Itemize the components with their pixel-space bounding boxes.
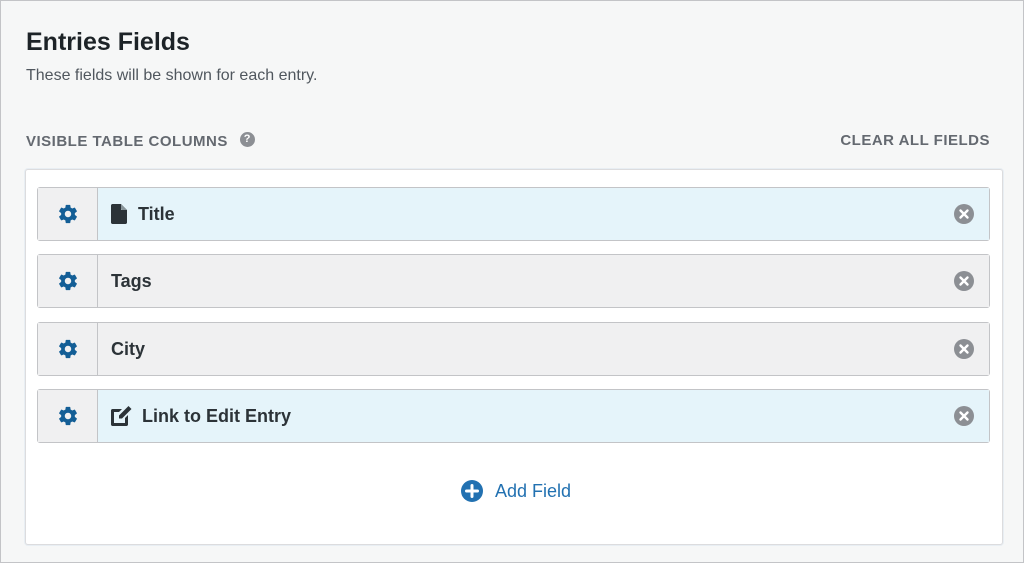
section-label: VISIBLE TABLE COLUMNS (26, 133, 228, 150)
window-frame: Entries Fields These fields will be show… (0, 0, 1024, 563)
field-row-link-to-edit-entry[interactable]: Link to Edit Entry (37, 389, 990, 443)
field-label: Tags (111, 270, 152, 291)
field-row-body: Tags (98, 255, 989, 307)
field-settings-button[interactable] (38, 323, 98, 375)
add-field-button[interactable]: Add Field (461, 480, 571, 502)
field-row-title[interactable]: Title (37, 187, 990, 241)
field-row-body: City (98, 323, 989, 375)
gear-icon (58, 339, 77, 359)
page-title: Entries Fields (26, 28, 190, 56)
remove-field-icon[interactable] (954, 406, 974, 426)
field-label: Title (138, 203, 175, 224)
help-icon[interactable]: ? (239, 132, 255, 147)
gear-icon (58, 271, 77, 291)
entries-fields-panel: Entries Fields These fields will be show… (2, 2, 1022, 561)
edit-icon (111, 406, 133, 426)
field-row-body: Title (98, 188, 989, 240)
remove-field-icon[interactable] (954, 204, 974, 224)
field-row-city[interactable]: City (37, 322, 990, 376)
add-field-label: Add Field (495, 480, 572, 501)
gear-icon (58, 204, 77, 224)
document-icon (111, 204, 127, 224)
field-label: City (111, 338, 146, 359)
field-label: Link to Edit Entry (142, 405, 292, 426)
fields-container: Title Tags City Link to Edit Entry Add F… (25, 169, 1003, 545)
field-settings-button[interactable] (38, 255, 98, 307)
field-settings-button[interactable] (38, 188, 98, 240)
clear-all-fields-button[interactable]: CLEAR ALL FIELDS (840, 132, 990, 149)
field-row-tags[interactable]: Tags (37, 254, 990, 308)
field-row-body: Link to Edit Entry (98, 390, 989, 442)
remove-field-icon[interactable] (954, 271, 974, 291)
remove-field-icon[interactable] (954, 339, 974, 359)
gear-icon (58, 406, 77, 426)
field-settings-button[interactable] (38, 390, 98, 442)
page-description: These fields will be shown for each entr… (26, 67, 318, 84)
plus-circle-icon (461, 480, 483, 502)
section-heading: VISIBLE TABLE COLUMNS ? (26, 132, 255, 150)
